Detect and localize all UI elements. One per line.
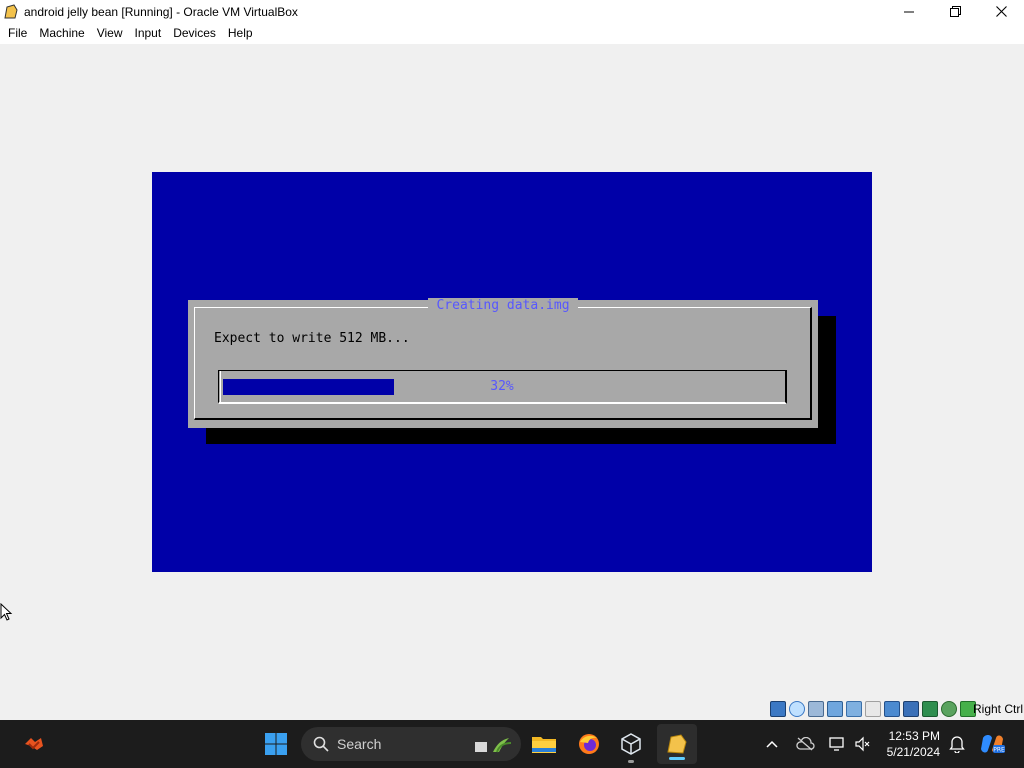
search-icon (313, 736, 329, 752)
virtualbox-manager-icon[interactable] (615, 720, 647, 768)
notification-bell-icon[interactable] (946, 720, 968, 768)
dialog-title-text: Creating data.img (428, 298, 578, 313)
start-button[interactable] (260, 720, 292, 768)
clock-time: 12:53 PM (888, 729, 940, 743)
virtualbox-vm-icon (667, 734, 687, 754)
running-vm-taskbar-button[interactable] (657, 724, 697, 764)
onedrive-offline-icon[interactable] (793, 720, 817, 768)
file-explorer-icon[interactable] (528, 720, 560, 768)
menu-devices[interactable]: Devices (167, 23, 222, 44)
minimize-icon (904, 11, 914, 12)
copilot-icon[interactable]: PRE (978, 720, 1006, 768)
cpu-icon[interactable] (922, 701, 938, 717)
title-bar: android jelly bean [Running] - Oracle VM… (0, 0, 1024, 23)
close-button[interactable] (978, 0, 1024, 23)
window-title: android jelly bean [Running] - Oracle VM… (24, 4, 298, 19)
dialog-message: Expect to write 512 MB... (214, 331, 410, 346)
taskbar-search[interactable]: Search (301, 727, 521, 761)
tray-overflow-chevron-icon[interactable] (762, 720, 782, 768)
mouse-integration-icon[interactable] (941, 701, 957, 717)
close-icon (995, 6, 1007, 17)
hard-disk-icon[interactable] (770, 701, 786, 717)
search-highlight-icon (475, 738, 512, 753)
dialog-title: Creating data.img (188, 298, 818, 313)
audio-icon[interactable] (808, 701, 824, 717)
optical-drive-icon[interactable] (789, 701, 805, 717)
usb-icon[interactable] (846, 701, 862, 717)
menu-input[interactable]: Input (129, 23, 168, 44)
display-icon[interactable] (884, 701, 900, 717)
widgets-icon[interactable] (18, 720, 50, 768)
menu-view[interactable]: View (91, 23, 129, 44)
network-status-icon[interactable] (826, 720, 848, 768)
status-icons (770, 701, 976, 717)
maximize-button[interactable] (932, 0, 978, 23)
host-key-label: Right Ctrl (972, 702, 1023, 716)
menu-bar: File Machine View Input Devices Help (0, 23, 1024, 44)
menu-machine[interactable]: Machine (33, 23, 90, 44)
windows-logo-icon (265, 733, 287, 755)
network-icon[interactable] (827, 701, 843, 717)
progress-gauge: 32% (218, 370, 787, 404)
clock-date: 5/21/2024 (886, 745, 940, 759)
restore-icon (949, 6, 961, 17)
status-bar: Right Ctrl (0, 698, 1024, 720)
progress-dialog: Creating data.img Expect to write 512 MB… (188, 298, 818, 428)
menu-help[interactable]: Help (222, 23, 259, 44)
minimize-button[interactable] (886, 0, 932, 23)
clock[interactable]: 12:53 PM 5/21/2024 (887, 728, 940, 760)
svg-text:PRE: PRE (993, 747, 1005, 754)
volume-muted-icon[interactable] (852, 720, 874, 768)
progress-percent: 32% (490, 379, 514, 394)
taskbar: Search 12:53 PM 5/21/2024 PRE (0, 720, 1024, 768)
mouse-pointer-icon (0, 603, 13, 621)
firefox-icon[interactable] (573, 720, 605, 768)
search-placeholder: Search (337, 736, 382, 752)
shared-folders-icon[interactable] (865, 701, 881, 717)
menu-file[interactable]: File (2, 23, 33, 44)
virtualbox-vm-icon[interactable] (3, 3, 19, 20)
recording-icon[interactable] (903, 701, 919, 717)
